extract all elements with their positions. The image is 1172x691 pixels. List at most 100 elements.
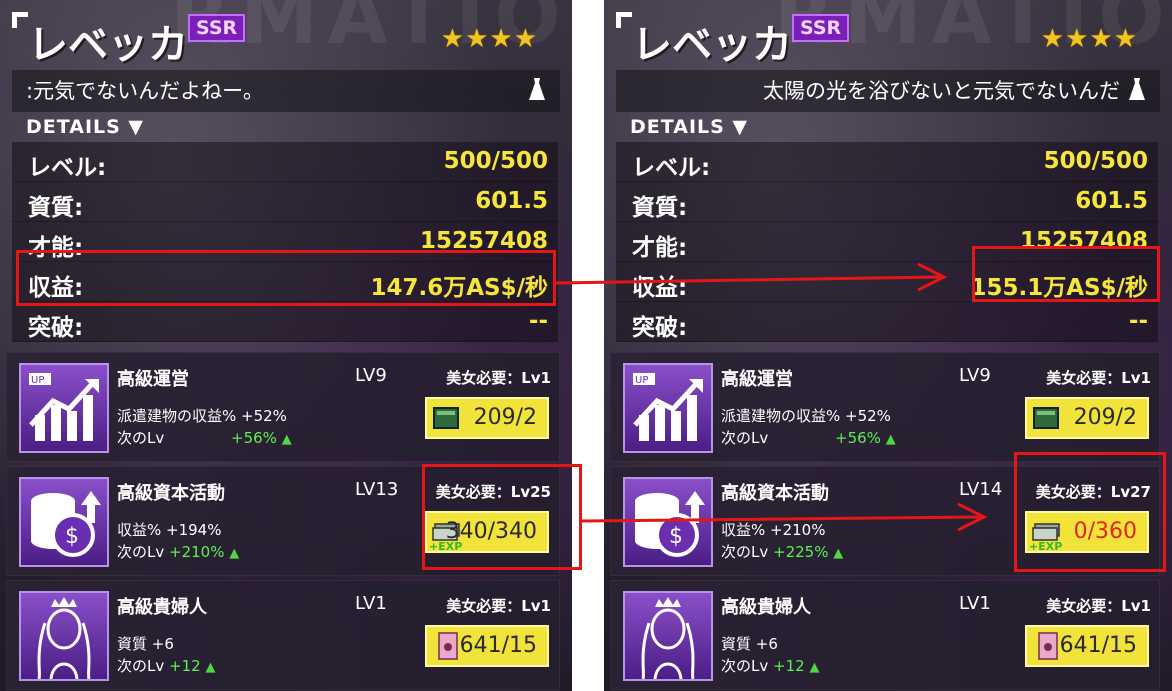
- stat-label: レベル:: [28, 155, 107, 181]
- chart-up-icon: UP: [623, 363, 713, 453]
- skill-title: 高級資本活動: [721, 483, 829, 504]
- up-triangle-icon: ▲: [885, 432, 896, 447]
- skill-title: 高級貴婦人: [721, 597, 811, 618]
- svg-text:$: $: [65, 524, 79, 549]
- dress-icon[interactable]: [1124, 76, 1150, 106]
- upgrade-cost-button[interactable]: 641/15: [425, 625, 549, 667]
- character-quote: :元気でないんだよねー。: [12, 70, 560, 112]
- skill-level: LV13: [355, 479, 399, 500]
- card-icon: [431, 632, 463, 660]
- stats-list: レベル: 500/500 資質: 601.5 才能: 15257408 収益: 155.…: [616, 142, 1158, 342]
- skill-card-noble-lady[interactable]: 高級貴婦人 LV1 美女必要：Lv1 資質 +6 次のLv +12 ▲ 641/…: [610, 580, 1160, 690]
- rarity-badge: SSR: [188, 14, 246, 42]
- stat-row-level: レベル: 500/500: [12, 142, 558, 182]
- skill-level: LV9: [355, 365, 387, 386]
- stat-label: レベル:: [632, 155, 711, 181]
- next-value: +56%: [231, 429, 277, 447]
- character-panel-after: RMATION レベッカ SSR ★★★★ 太陽の光を浴びないと元気でないんだ …: [604, 0, 1172, 691]
- skill-requirement: 美女必要：Lv1: [446, 369, 551, 387]
- stat-label: 突破:: [632, 315, 688, 341]
- skill-requirement: 美女必要：Lv1: [1046, 597, 1151, 615]
- stat-row-quality: 資質: 601.5: [616, 182, 1158, 222]
- skill-level: LV14: [959, 479, 1003, 500]
- up-triangle-icon: ▲: [281, 432, 292, 447]
- up-triangle-icon: ▲: [229, 546, 240, 561]
- stats-list: レベル: 500/500 資質: 601.5 才能: 15257408 収益: 147.…: [12, 142, 558, 342]
- stat-value: 601.5: [475, 188, 548, 214]
- svg-text:UP: UP: [635, 375, 648, 386]
- character-name: レベッカ: [632, 22, 792, 68]
- next-value: +12: [773, 657, 805, 675]
- stat-value: --: [528, 308, 548, 334]
- character-name: レベッカ: [28, 22, 188, 68]
- skill-next-level: 次のLv +12 ▲: [117, 655, 215, 676]
- stat-label: 突破:: [28, 315, 84, 341]
- cost-value: 209/2: [1073, 405, 1137, 430]
- stat-value: --: [1128, 308, 1148, 334]
- next-label: 次のLv: [721, 657, 769, 675]
- up-triangle-icon: ▲: [205, 660, 216, 675]
- upgrade-cost-button[interactable]: 209/2: [1025, 397, 1149, 439]
- next-value: +210%: [169, 543, 225, 561]
- skill-level: LV1: [355, 593, 387, 614]
- stat-label: 収益:: [632, 275, 688, 301]
- up-triangle-icon: ▲: [809, 660, 820, 675]
- cost-value: 641/15: [1059, 633, 1137, 658]
- quote-text: 太陽の光を浴びないと元気でないんだ: [763, 79, 1120, 103]
- rarity-badge: SSR: [792, 14, 850, 42]
- skill-effect: 派遣建物の収益% +52%: [117, 407, 287, 425]
- highlight-income-after: [972, 246, 1160, 302]
- next-label: 次のLv: [721, 429, 769, 447]
- skill-effect: 収益% +210%: [721, 521, 826, 539]
- stat-label: 才能:: [632, 235, 688, 261]
- stat-value: 500/500: [1043, 148, 1148, 174]
- skill-next-level: 次のLv +210% ▲: [117, 541, 239, 562]
- lady-portrait-icon: [19, 591, 109, 681]
- skill-title: 高級貴婦人: [117, 597, 207, 618]
- highlight-capital-cost-after: [1014, 452, 1166, 572]
- stat-row-breakthrough: 突破: --: [616, 302, 1158, 342]
- details-toggle[interactable]: DETAILS ▼: [630, 116, 748, 138]
- upgrade-cost-button[interactable]: 641/15: [1025, 625, 1149, 667]
- cost-value: 209/2: [473, 405, 537, 430]
- skill-effect: 資質 +6: [117, 635, 174, 653]
- svg-text:$: $: [669, 524, 683, 549]
- skill-requirement: 美女必要：Lv1: [446, 597, 551, 615]
- card-icon: [1031, 632, 1063, 660]
- details-toggle[interactable]: DETAILS ▼: [26, 116, 144, 138]
- skill-requirement: 美女必要：Lv1: [1046, 369, 1151, 387]
- skill-effect: 資質 +6: [721, 635, 778, 653]
- stat-value: 500/500: [443, 148, 548, 174]
- upgrade-cost-button[interactable]: 209/2: [425, 397, 549, 439]
- stat-label: 資質:: [28, 195, 84, 221]
- lady-portrait-icon: [623, 591, 713, 681]
- svg-text:UP: UP: [31, 375, 44, 386]
- skill-level: LV1: [959, 593, 991, 614]
- star-rating: ★★★★: [1040, 24, 1138, 54]
- skill-card-noble-lady[interactable]: 高級貴婦人 LV1 美女必要：Lv1 資質 +6 次のLv +12 ▲ 641/…: [6, 580, 560, 690]
- highlight-income-before: [16, 250, 556, 306]
- next-label: 次のLv: [117, 657, 165, 675]
- skill-card-advanced-management[interactable]: UP 高級運営 LV9 美女必要：Lv1 派遣建物の収益% +52% 次のLv …: [610, 352, 1160, 462]
- next-label: 次のLv: [117, 429, 165, 447]
- skill-card-advanced-management[interactable]: UP 高級運営 LV9 美女必要：Lv1 派遣建物の収益% +52% 次のLv …: [6, 352, 560, 462]
- next-value: +225%: [773, 543, 829, 561]
- book-icon: [1031, 404, 1063, 432]
- next-value: +12: [169, 657, 201, 675]
- skill-level: LV9: [959, 365, 991, 386]
- character-quote: 太陽の光を浴びないと元気でないんだ: [616, 70, 1160, 112]
- next-label: 次のLv: [117, 543, 165, 561]
- skill-next-level: 次のLv +56% ▲: [721, 427, 896, 448]
- skill-next-level: 次のLv +225% ▲: [721, 541, 843, 562]
- book-icon: [431, 404, 463, 432]
- skill-next-level: 次のLv +12 ▲: [721, 655, 819, 676]
- coins-dollar-icon: $: [19, 477, 109, 567]
- corner-bracket: [12, 12, 28, 28]
- dress-icon[interactable]: [524, 76, 550, 106]
- skill-title: 高級運営: [721, 369, 793, 390]
- skill-effect: 収益% +194%: [117, 521, 222, 539]
- stat-value: 601.5: [1075, 188, 1148, 214]
- next-label: 次のLv: [721, 543, 769, 561]
- stat-row-quality: 資質: 601.5: [12, 182, 558, 222]
- skill-title: 高級資本活動: [117, 483, 225, 504]
